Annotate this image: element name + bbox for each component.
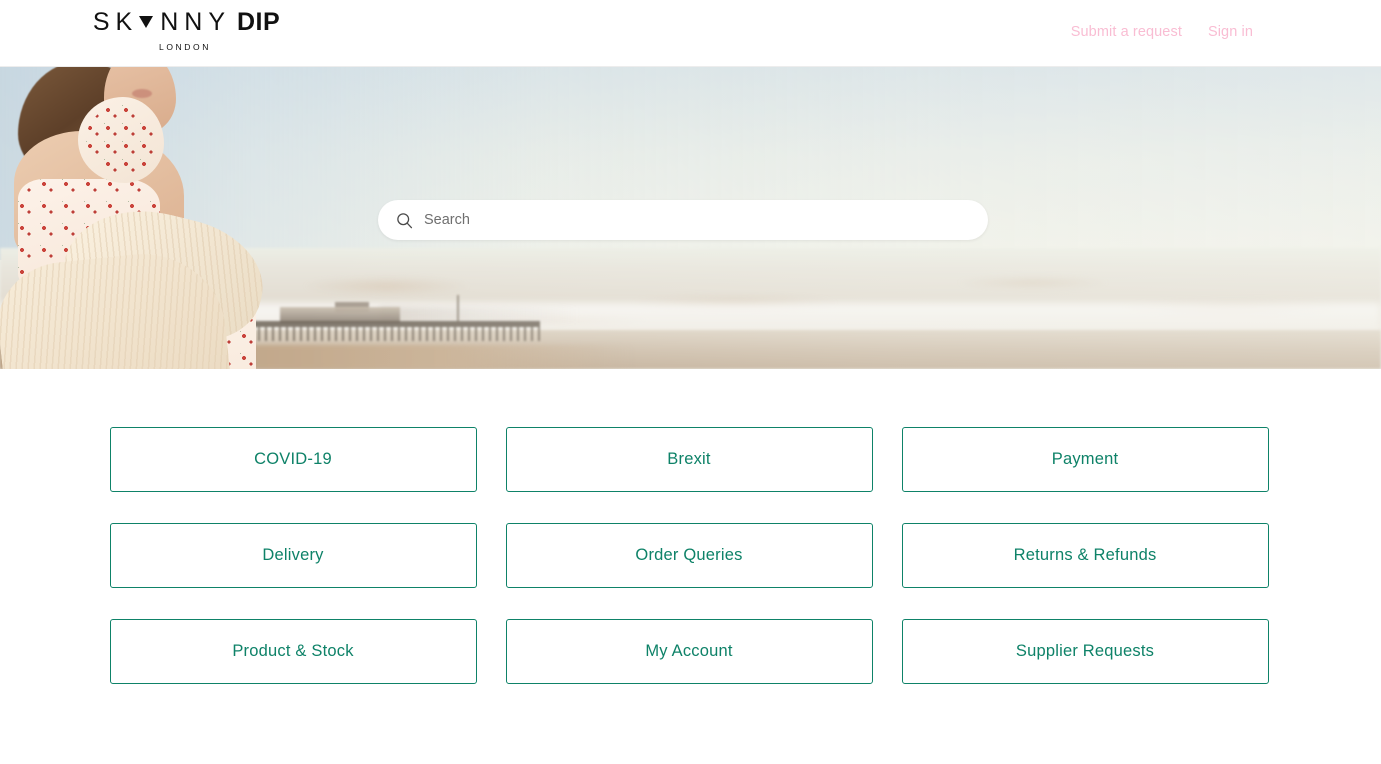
page-header: S K N N Y DIP LONDON Submit a request Si… [0,0,1381,67]
category-card-label: Product & Stock [232,642,354,660]
model-puff-sleeve [78,97,164,183]
category-card-my-account[interactable]: My Account [505,619,873,684]
category-card-returns-refunds[interactable]: Returns & Refunds [901,523,1269,588]
hero-model [0,67,330,369]
category-card-label: My Account [645,642,733,660]
category-card-label: Delivery [262,546,324,564]
header-nav: Submit a request Sign in [1071,24,1253,40]
hero-banner [0,67,1381,369]
logo-letter-n2: N [184,7,203,36]
category-card-delivery[interactable]: Delivery [109,523,477,588]
logo-letter-s: S [92,7,110,36]
site-logo[interactable]: S K N N Y DIP LONDON [93,7,280,52]
category-card-payment[interactable]: Payment [901,427,1269,492]
category-section: COVID-19 Brexit Payment Delivery Order Q… [0,369,1381,684]
search-input[interactable] [424,212,970,228]
cherry-print-pattern [86,105,156,175]
category-grid: COVID-19 Brexit Payment Delivery Order Q… [109,427,1272,684]
category-card-label: Order Queries [635,546,743,564]
search-bar[interactable] [378,200,988,240]
logo-subtitle: LONDON [159,42,211,52]
sign-in-link[interactable]: Sign in [1208,24,1253,40]
category-card-supplier-requests[interactable]: Supplier Requests [901,619,1269,684]
logo-word-dip: DIP [237,7,281,36]
logo-wordmark: S K N N Y DIP [93,7,280,36]
category-card-label: COVID-19 [254,450,332,468]
logo-letter-y: Y [208,7,225,36]
submit-a-request-link[interactable]: Submit a request [1071,24,1182,40]
pier-mast [457,295,459,321]
category-card-covid-19[interactable]: COVID-19 [109,427,477,492]
model-lips [132,89,152,98]
logo-letter-k: K [115,7,133,36]
category-card-label: Supplier Requests [1015,642,1155,660]
category-card-label: Returns & Refunds [1013,546,1157,564]
category-card-order-queries[interactable]: Order Queries [505,523,873,588]
search-icon [396,212,413,229]
category-card-brexit[interactable]: Brexit [505,427,873,492]
logo-letter-n1: N [160,7,179,36]
category-card-label: Payment [1051,450,1119,468]
category-card-label: Brexit [667,450,711,468]
category-card-product-stock[interactable]: Product & Stock [109,619,477,684]
triangle-down-icon [139,16,154,28]
